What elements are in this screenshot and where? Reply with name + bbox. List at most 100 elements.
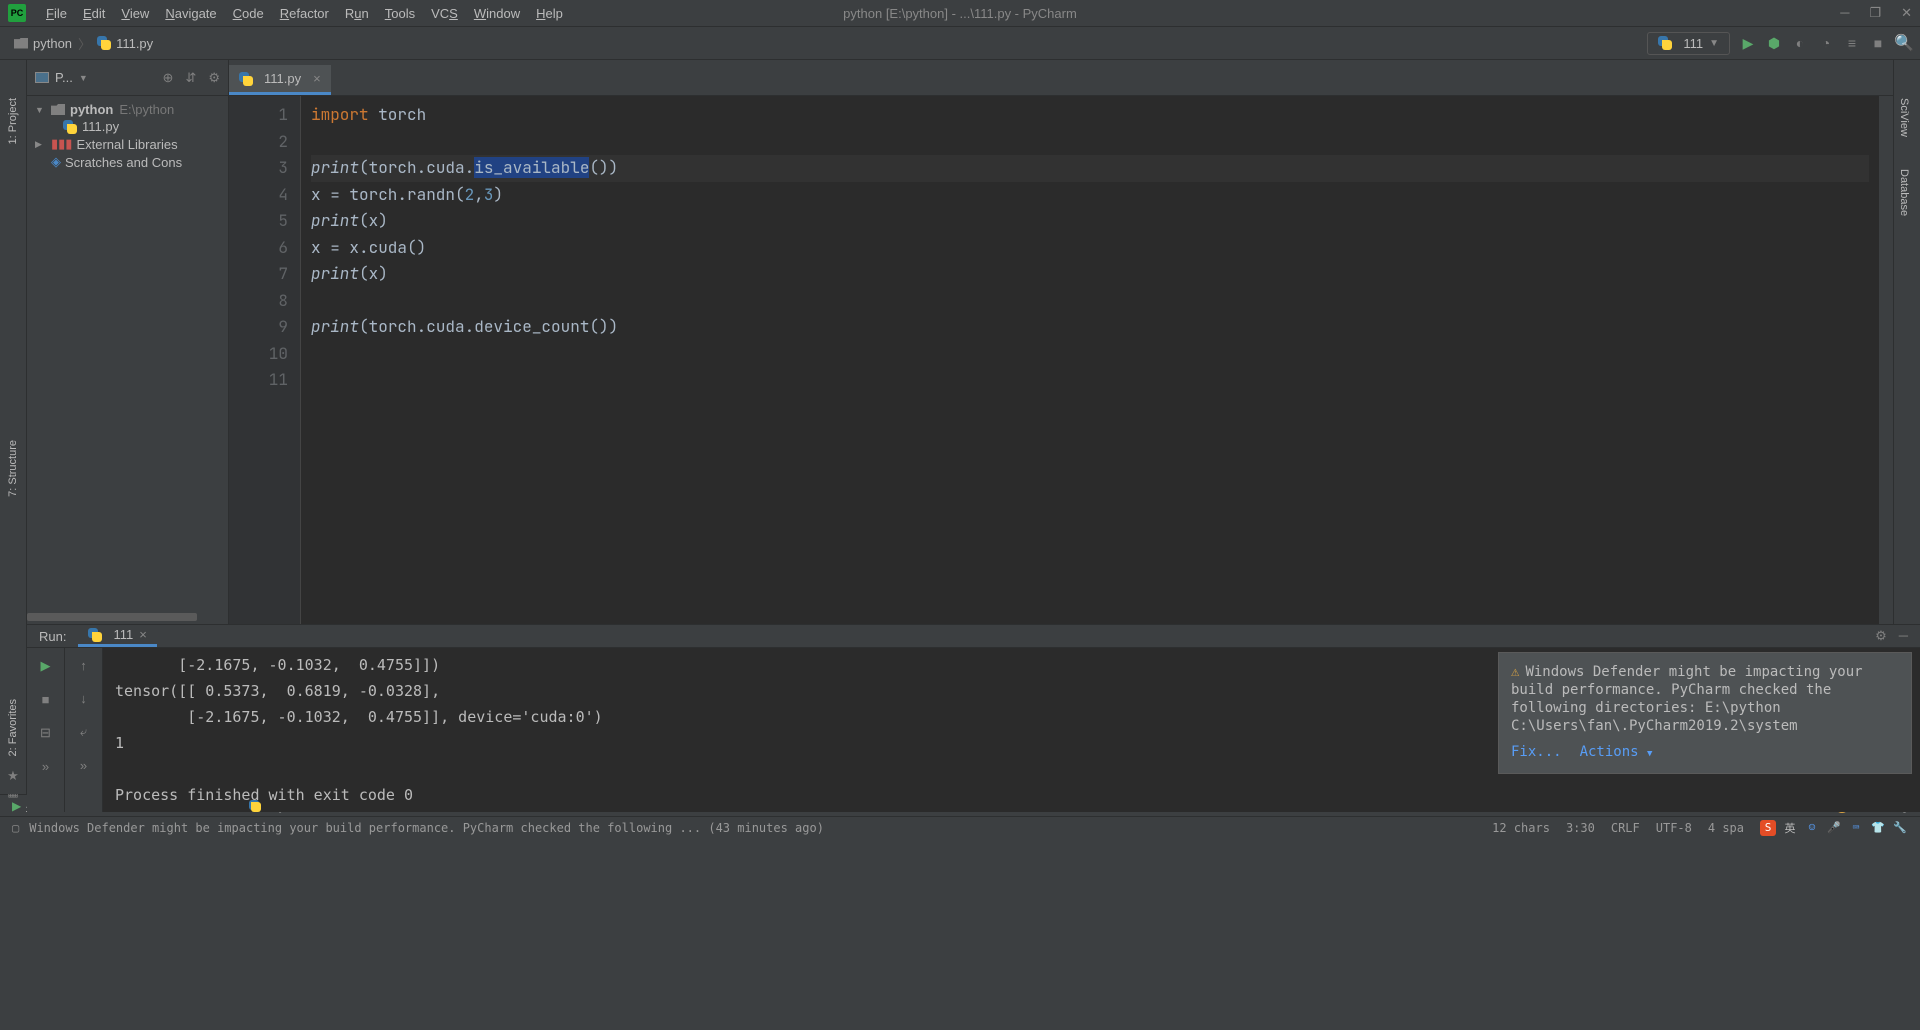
expand-icon[interactable]: ▶ — [35, 139, 47, 150]
editor-area: 111.py × 1234567891011 import torchprint… — [229, 60, 1893, 624]
layout-button[interactable]: ⊟ — [40, 725, 51, 741]
tree-label: 111.py — [82, 119, 119, 134]
tab-close-icon[interactable]: × — [139, 627, 147, 642]
status-message: Windows Defender might be impacting your… — [29, 821, 824, 835]
folder-icon — [51, 104, 65, 115]
status-line-separator[interactable]: CRLF — [1611, 821, 1640, 835]
status-encoding[interactable]: UTF-8 — [1656, 821, 1692, 835]
favorites-gutter: 2: Favorites ★ — [0, 624, 27, 794]
chevron-down-icon[interactable]: ▼ — [79, 73, 88, 83]
code-content[interactable]: import torchprint(torch.cuda.is_availabl… — [301, 96, 1879, 624]
run-button[interactable]: ▶ — [1740, 35, 1756, 51]
notification-actions-link[interactable]: Actions ▼ — [1580, 743, 1653, 763]
wrap-icon[interactable]: ⤶ — [80, 724, 87, 740]
menu-file[interactable]: File — [38, 6, 75, 21]
tree-file[interactable]: 111.py — [27, 118, 228, 135]
status-show-icon[interactable]: ▢ — [12, 821, 19, 835]
down-icon[interactable]: ↓ — [80, 691, 87, 706]
tree-root[interactable]: ▼ python E:\python — [27, 101, 228, 118]
notification-text: Windows Defender might be impacting your… — [1511, 664, 1863, 734]
structure-tool-button[interactable]: 7: Structure — [7, 432, 19, 505]
python-file-icon — [239, 72, 253, 86]
ime-mic-icon[interactable]: 🎤 — [1826, 820, 1842, 836]
more-button[interactable]: » — [42, 759, 49, 774]
chevron-down-icon: ▼ — [1647, 749, 1652, 759]
status-indent[interactable]: 4 spa — [1708, 821, 1744, 835]
menu-help[interactable]: Help — [528, 6, 571, 21]
breadcrumb-file[interactable]: 111.py — [91, 34, 159, 53]
breadcrumb-label: python — [33, 36, 72, 51]
run-tab[interactable]: 111 × — [78, 625, 156, 647]
line-number-gutter: 1234567891011 — [229, 96, 301, 624]
ime-skin-icon[interactable]: 👕 — [1870, 820, 1886, 836]
stop-button[interactable]: ■ — [42, 692, 50, 707]
project-view-icon — [35, 72, 49, 83]
menu-navigate[interactable]: Navigate — [157, 6, 224, 21]
menu-run[interactable]: Run — [337, 6, 377, 21]
up-icon[interactable]: ↑ — [80, 658, 87, 673]
ime-tool-icon[interactable]: 🔧 — [1892, 820, 1908, 836]
run-config-selector[interactable]: 111 ▼ — [1647, 32, 1730, 55]
chevron-down-icon: ▼ — [1709, 38, 1719, 49]
ime-icon[interactable]: S — [1760, 820, 1776, 836]
project-header-label: P... — [55, 70, 73, 85]
run-toolbar-primary: ▶ ■ ⊟ » — [27, 648, 65, 812]
tab-close-icon[interactable]: × — [313, 71, 321, 86]
minimize-panel-icon[interactable]: ─ — [1899, 628, 1908, 644]
concurrency-button[interactable]: ≡ — [1844, 35, 1860, 51]
project-panel: P... ▼ ⊕ ⇵ ⚙ ▼ python E:\python 111.py ▶… — [27, 60, 229, 624]
breadcrumb-label: 111.py — [116, 36, 153, 51]
expand-icon[interactable]: ▼ — [35, 105, 47, 115]
python-file-icon — [63, 120, 77, 134]
search-icon[interactable]: 🔍 — [1896, 35, 1912, 51]
editor-scrollbar[interactable] — [1879, 96, 1893, 624]
gear-icon[interactable]: ⚙ — [1875, 628, 1887, 644]
star-icon: ★ — [7, 768, 19, 784]
maximize-icon[interactable]: ❐ — [1869, 5, 1881, 21]
project-tool-button[interactable]: 1: Project — [7, 90, 19, 152]
favorites-tool-button[interactable]: 2: Favorites — [7, 693, 19, 762]
lib-icon: ▮▮▮ — [51, 136, 72, 152]
close-icon[interactable]: ✕ — [1901, 5, 1912, 21]
run-panel: Run: 111 × ⚙ ─ ▶ ■ ⊟ » ↑ ↓ ⤶ » [-2.1675,… — [27, 624, 1920, 794]
code-editor[interactable]: 1234567891011 import torchprint(torch.cu… — [229, 96, 1893, 624]
menu-edit[interactable]: Edit — [75, 6, 113, 21]
tree-external-libs[interactable]: ▶ ▮▮▮ External Libraries — [27, 135, 228, 153]
notification-fix-link[interactable]: Fix... — [1511, 743, 1562, 763]
ime-kbd-icon[interactable]: ⌨ — [1848, 820, 1864, 836]
rerun-button[interactable]: ▶ — [41, 658, 51, 674]
scratches-icon: ◈ — [51, 154, 61, 170]
project-scrollbar[interactable] — [27, 610, 228, 624]
breadcrumb-project[interactable]: python — [8, 34, 78, 53]
menu-tools[interactable]: Tools — [377, 6, 423, 21]
coverage-button[interactable]: ◐ — [1792, 35, 1808, 51]
menu-window[interactable]: Window — [466, 6, 528, 21]
ime-lang-icon[interactable]: 英 — [1782, 820, 1798, 836]
gear-icon[interactable]: ⚙ — [208, 70, 220, 86]
locate-icon[interactable]: ⊕ — [163, 70, 174, 86]
profile-button[interactable]: ◔ — [1818, 35, 1834, 51]
run-toolbar-secondary: ↑ ↓ ⤶ » — [65, 648, 103, 812]
stop-button[interactable]: ■ — [1870, 35, 1886, 51]
menu-vcs[interactable]: VCS — [423, 6, 466, 21]
editor-tab[interactable]: 111.py × — [229, 65, 331, 95]
tree-label: External Libraries — [76, 137, 177, 152]
collapse-icon[interactable]: ⇵ — [185, 70, 196, 86]
sciview-tool-button[interactable]: SciView — [1898, 90, 1910, 145]
tree-scratches[interactable]: ◈ Scratches and Cons — [27, 153, 228, 171]
right-tool-gutter: SciView Database — [1893, 60, 1920, 624]
status-position[interactable]: 3:30 — [1566, 821, 1595, 835]
menu-refactor[interactable]: Refactor — [272, 6, 337, 21]
app-icon: PC — [8, 4, 26, 22]
menu-view[interactable]: View — [113, 6, 157, 21]
folder-icon — [14, 38, 28, 49]
breadcrumb-sep: 〉 — [78, 34, 91, 53]
database-tool-button[interactable]: Database — [1898, 161, 1910, 224]
navigation-bar: python 〉 111.py 111 ▼ ▶ ⬢ ◐ ◔ ≡ ■ 🔍 — [0, 27, 1920, 60]
debug-button[interactable]: ⬢ — [1766, 35, 1782, 51]
minimize-icon[interactable]: ─ — [1840, 5, 1849, 21]
more-icon[interactable]: » — [80, 758, 87, 773]
menu-code[interactable]: Code — [225, 6, 272, 21]
project-tree: ▼ python E:\python 111.py ▶ ▮▮▮ External… — [27, 96, 228, 610]
ime-emoji-icon[interactable]: ☺ — [1804, 820, 1820, 836]
